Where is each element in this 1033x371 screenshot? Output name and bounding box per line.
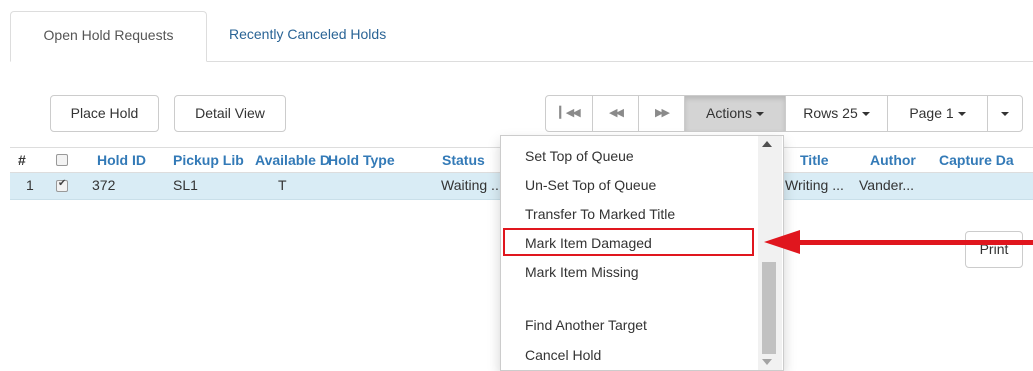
header-status[interactable]: Status <box>442 148 485 172</box>
header-author[interactable]: Author <box>870 148 916 172</box>
header-title[interactable]: Title <box>800 148 829 172</box>
scroll-thumb[interactable] <box>762 262 776 354</box>
cell-title[interactable]: Writing ... <box>785 173 849 199</box>
tab-open-hold-requests[interactable]: Open Hold Requests <box>10 11 207 62</box>
select-all-checkbox[interactable] <box>56 154 68 166</box>
row-checkbox[interactable] <box>56 178 68 192</box>
tab-bar: Open Hold Requests Recently Canceled Hol… <box>0 0 1033 62</box>
previous-page-icon[interactable]: ◀◀ <box>592 96 638 131</box>
page-label: Page 1 <box>909 105 954 121</box>
menu-item-mark-item-missing[interactable]: Mark Item Missing <box>525 264 639 280</box>
detail-view-button[interactable]: Detail View <box>174 95 286 132</box>
cell-author: Vander... <box>859 177 915 193</box>
header-available-date[interactable]: Available D <box>255 148 329 172</box>
scroll-up-icon[interactable] <box>762 141 772 147</box>
grid-controls: ▎◀◀ ◀◀ ▶▶ Actions Rows 25 Page 1 <box>545 95 1023 132</box>
menu-item-cancel-hold[interactable]: Cancel Hold <box>525 347 601 363</box>
header-hold-type[interactable]: Hold Type <box>328 148 395 172</box>
chevron-down-icon <box>957 112 966 117</box>
header-capture-date[interactable]: Capture Da <box>939 148 1033 172</box>
place-hold-button[interactable]: Place Hold <box>50 95 159 132</box>
cell-hold-id: 372 <box>92 177 116 193</box>
more-dropdown-button[interactable] <box>987 96 1022 131</box>
next-page-icon[interactable]: ▶▶ <box>638 96 684 131</box>
annotation-highlight-box <box>503 228 754 256</box>
actions-label: Actions <box>706 105 752 121</box>
cell-status: Waiting ... <box>441 177 503 193</box>
menu-item-unset-top-of-queue[interactable]: Un-Set Top of Queue <box>525 177 656 193</box>
row-number: 1 <box>26 177 34 193</box>
tab-recently-canceled-holds[interactable]: Recently Canceled Holds <box>229 11 386 62</box>
menu-item-set-top-of-queue[interactable]: Set Top of Queue <box>525 148 634 164</box>
page-dropdown-button[interactable]: Page 1 <box>887 96 987 131</box>
cell-hold-type: T <box>278 177 287 193</box>
chevron-down-icon <box>1001 112 1009 117</box>
chevron-down-icon <box>861 112 870 117</box>
menu-item-find-another-target[interactable]: Find Another Target <box>525 317 647 333</box>
header-pickup-lib[interactable]: Pickup Lib <box>173 148 255 172</box>
rows-dropdown-button[interactable]: Rows 25 <box>785 96 887 131</box>
header-row-number: # <box>18 152 26 168</box>
print-button[interactable]: Print <box>965 231 1023 268</box>
annotation-arrow-line <box>797 240 1033 245</box>
header-hold-id[interactable]: Hold ID <box>97 148 146 172</box>
cell-pickup-lib: SL1 <box>173 177 198 193</box>
actions-dropdown-button[interactable]: Actions <box>684 96 785 131</box>
scroll-down-icon[interactable] <box>762 359 772 365</box>
chevron-down-icon <box>755 112 764 117</box>
annotation-arrow-icon <box>764 230 800 254</box>
first-page-icon[interactable]: ▎◀◀ <box>546 96 592 131</box>
rows-label: Rows 25 <box>803 105 858 121</box>
menu-item-transfer-to-marked-title[interactable]: Transfer To Marked Title <box>525 206 675 222</box>
